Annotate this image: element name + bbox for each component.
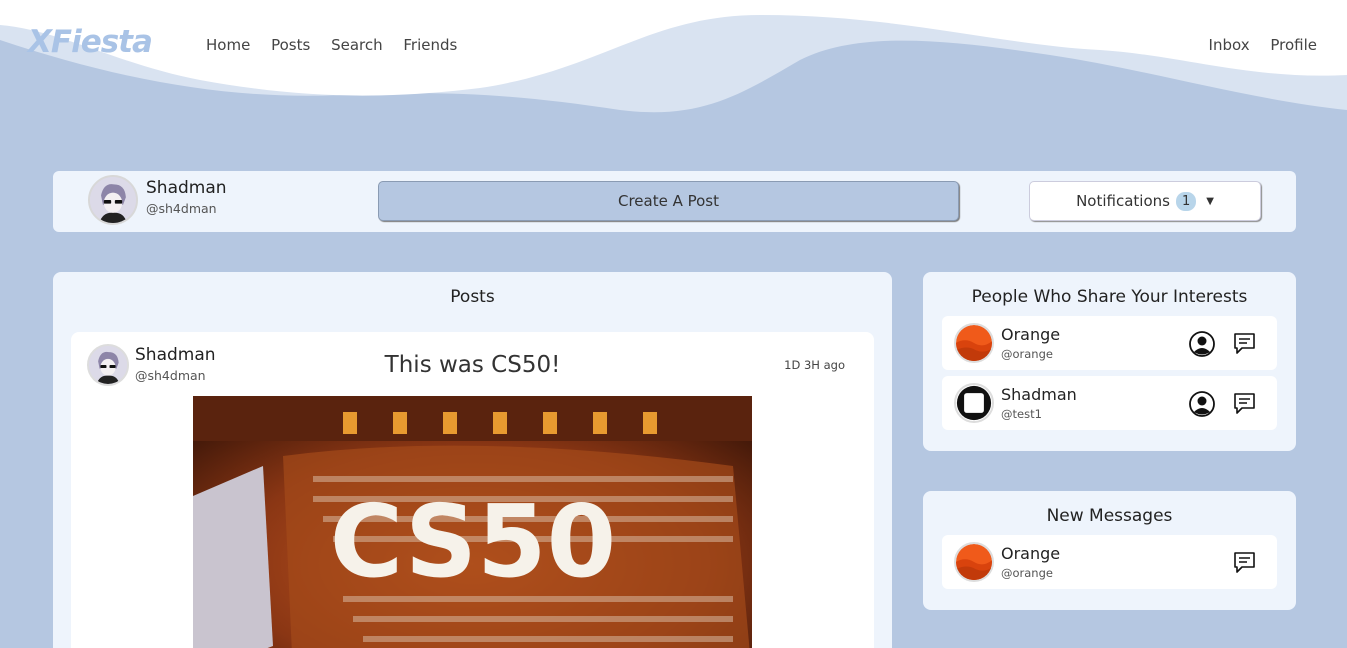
account-nav: Inbox Profile xyxy=(1193,36,1317,54)
nav-search[interactable]: Search xyxy=(331,36,383,54)
post-image-caption: CS50 xyxy=(330,483,616,600)
nav-inbox[interactable]: Inbox xyxy=(1209,36,1250,54)
user-name: Shadman xyxy=(146,178,227,198)
xfiesta-logo[interactable]: XFiesta xyxy=(28,24,153,60)
person-name: Shadman xyxy=(1001,385,1077,404)
post-timestamp: 1D 3H ago xyxy=(784,358,845,372)
avatar xyxy=(88,175,138,225)
avatar xyxy=(954,542,994,582)
post-title: This was CS50! xyxy=(384,352,561,378)
nav-profile[interactable]: Profile xyxy=(1270,36,1317,54)
messages-title: New Messages xyxy=(1046,506,1173,526)
interests-title: People Who Share Your Interests xyxy=(971,287,1248,307)
post-image[interactable]: CS50 xyxy=(193,396,752,648)
list-item[interactable]: Orange @orange xyxy=(942,316,1277,370)
notifications-label: Notifications xyxy=(1076,192,1170,210)
interests-panel: People Who Share Your Interests Orange @… xyxy=(923,272,1296,451)
header-waves xyxy=(0,0,1347,113)
person-handle: @test1 xyxy=(1001,407,1042,421)
chat-bubble-icon[interactable] xyxy=(1232,550,1257,575)
user-circle-icon[interactable] xyxy=(1189,331,1215,357)
person-handle: @orange xyxy=(1001,347,1053,361)
person-name: Orange xyxy=(1001,325,1061,344)
list-item[interactable]: Orange @orange xyxy=(942,535,1277,589)
caret-down-icon: ▼ xyxy=(1206,195,1214,207)
main-nav: Home Posts Search Friends xyxy=(206,36,473,54)
user-bar: Shadman @sh4dman Create A Post Notificat… xyxy=(53,171,1296,232)
chat-bubble-icon[interactable] xyxy=(1232,391,1257,416)
posts-panel: Posts Shadman @sh4dman This was CS50! 1D… xyxy=(53,272,892,648)
person-handle: @orange xyxy=(1001,566,1053,580)
posts-title: Posts xyxy=(450,287,495,307)
avatar xyxy=(954,323,994,363)
list-item[interactable]: Shadman @test1 xyxy=(942,376,1277,430)
user-circle-icon[interactable] xyxy=(1189,391,1215,417)
current-user[interactable]: Shadman @sh4dman xyxy=(88,175,227,225)
notifications-count-badge: 1 xyxy=(1175,191,1197,211)
messages-panel: New Messages Orange @orange xyxy=(923,491,1296,610)
nav-friends[interactable]: Friends xyxy=(403,36,457,54)
notifications-dropdown[interactable]: Notifications 1 ▼ xyxy=(1029,181,1261,221)
nav-posts[interactable]: Posts xyxy=(271,36,310,54)
nav-home[interactable]: Home xyxy=(206,36,250,54)
avatar xyxy=(954,383,994,423)
chat-bubble-icon[interactable] xyxy=(1232,331,1257,356)
user-handle: @sh4dman xyxy=(146,201,217,216)
post-card[interactable]: Shadman @sh4dman This was CS50! 1D 3H ag… xyxy=(71,332,874,648)
person-name: Orange xyxy=(1001,544,1061,563)
create-post-button[interactable]: Create A Post xyxy=(378,181,959,221)
